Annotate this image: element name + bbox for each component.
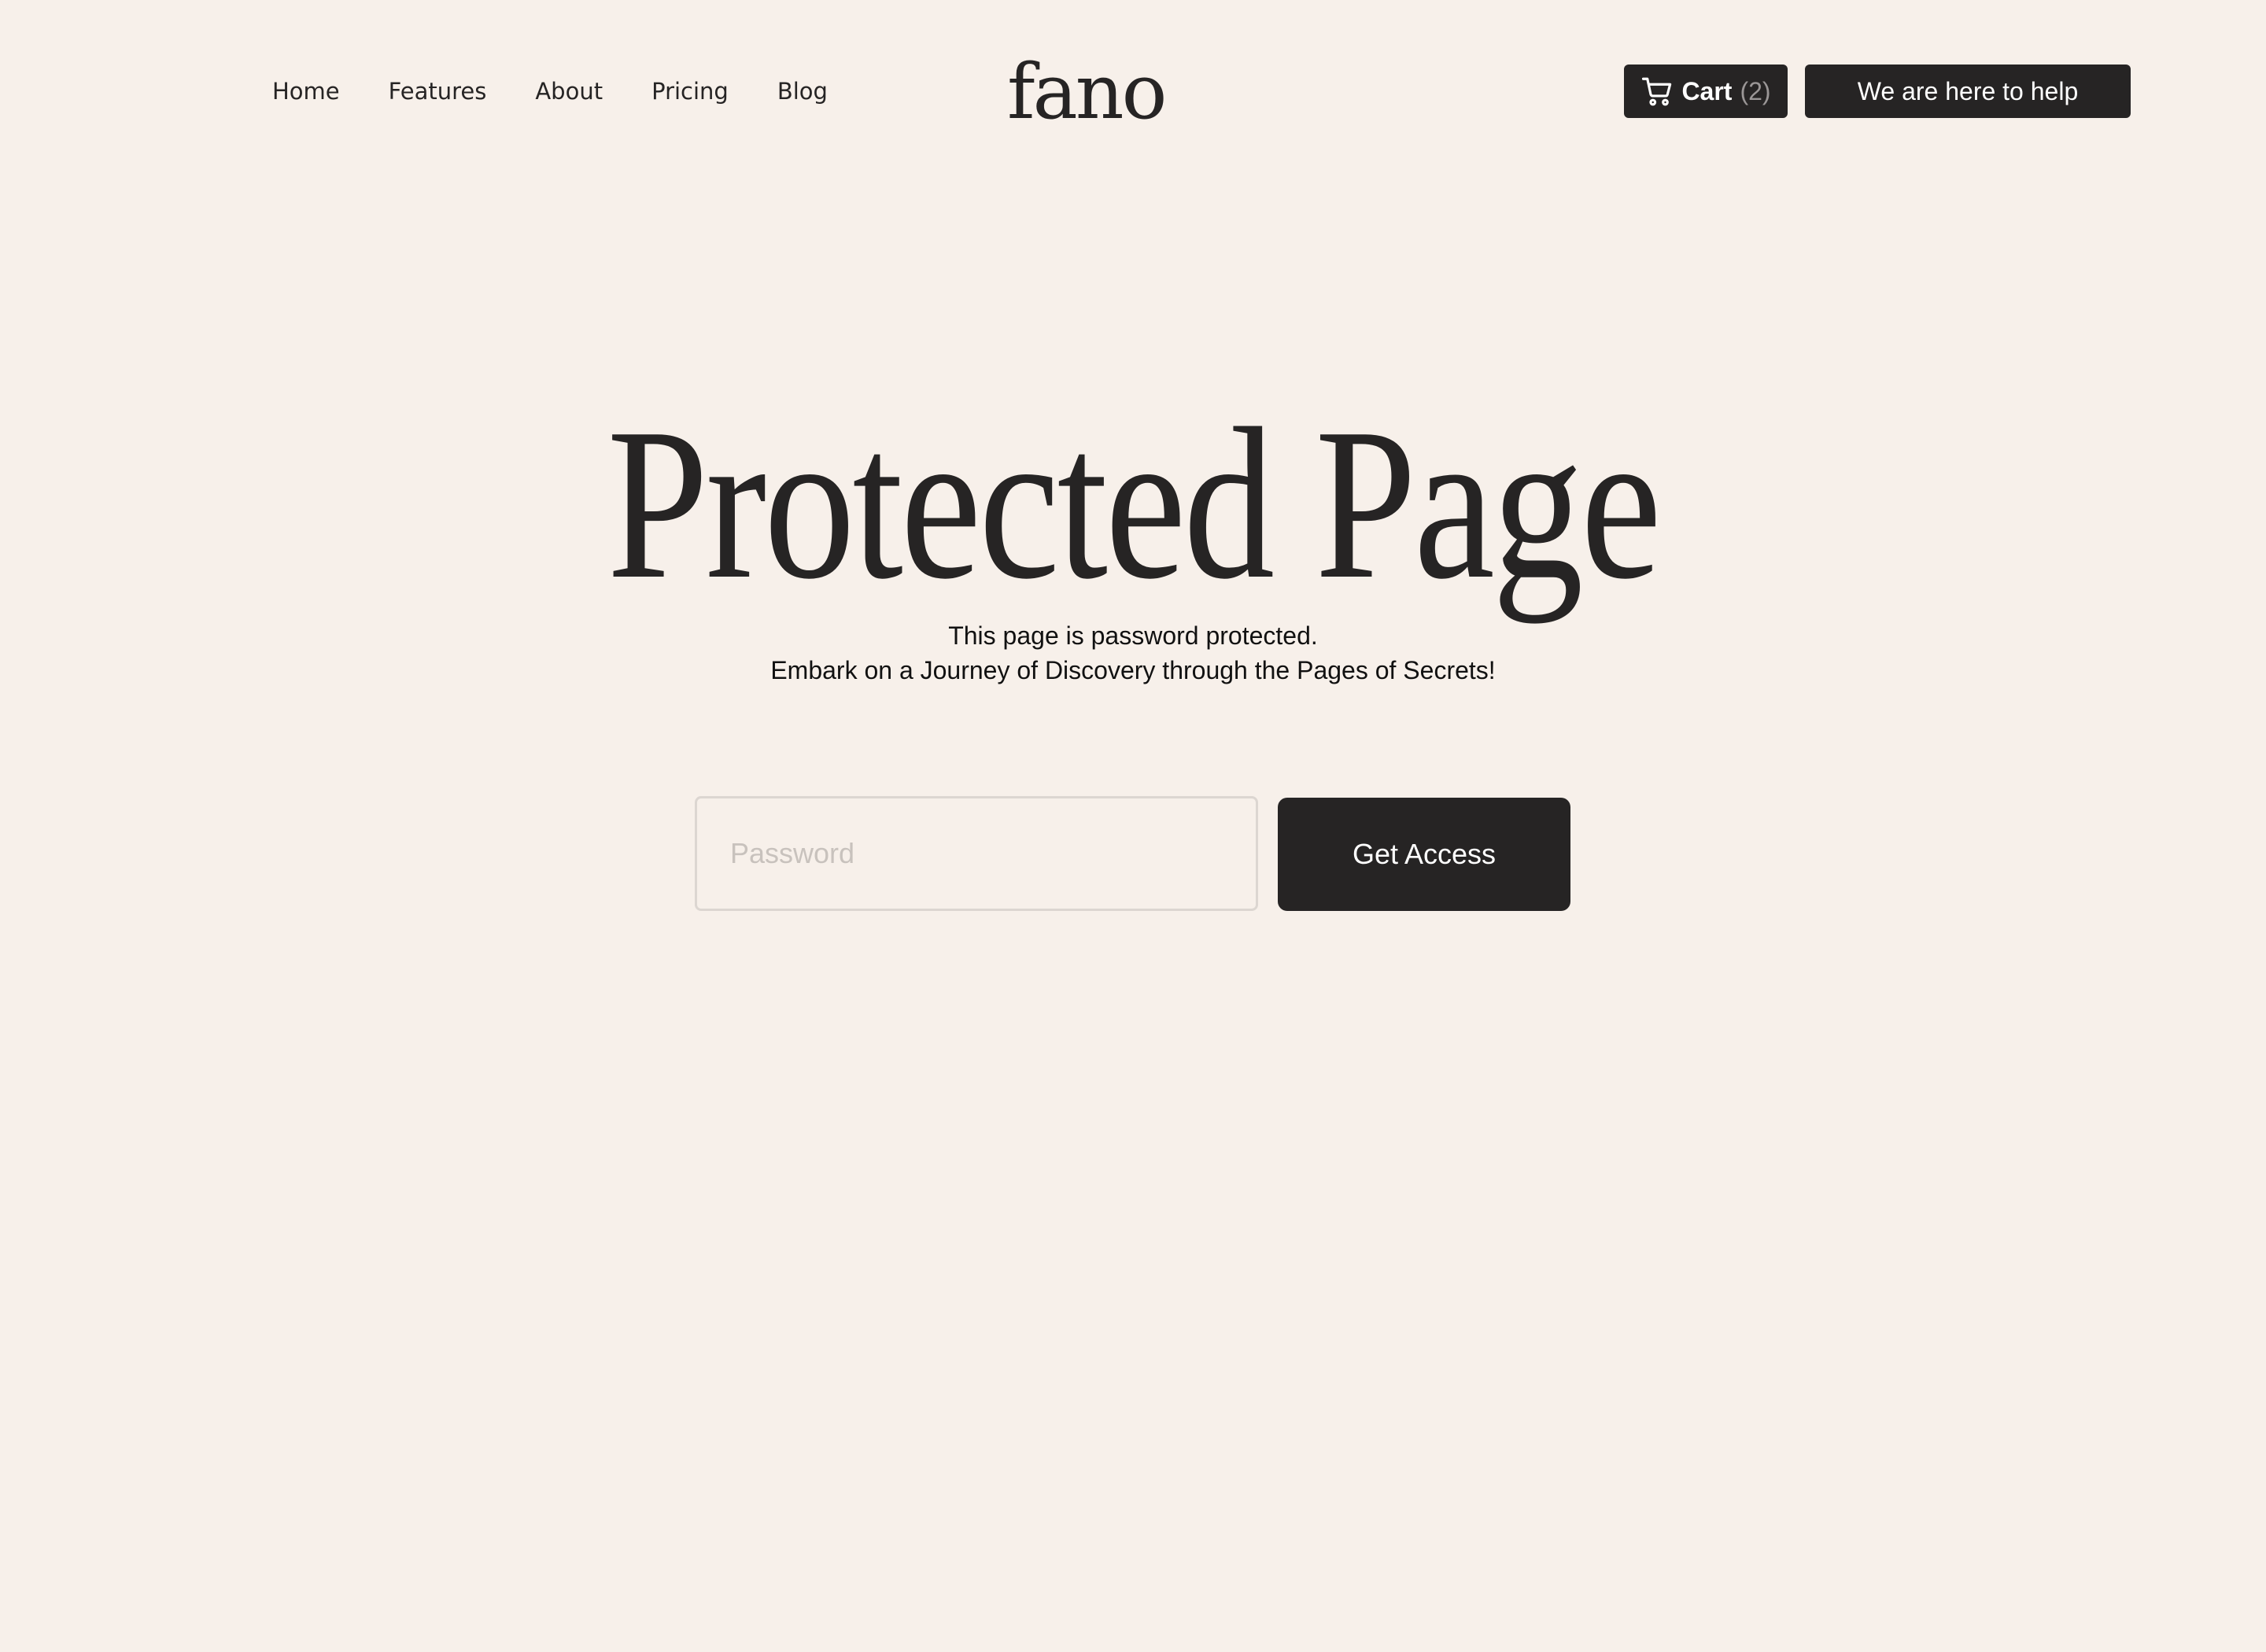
nav-home[interactable]: Home	[272, 76, 340, 107]
main-nav: Home Features About Pricing Blog	[272, 76, 828, 107]
password-input[interactable]	[695, 796, 1258, 911]
help-button[interactable]: We are here to help	[1805, 65, 2131, 118]
page-title: Protected Page	[607, 383, 1661, 624]
cart-label: Cart	[1681, 76, 1733, 105]
page-subtitle: This page is password protected. Embark …	[0, 618, 2266, 688]
nav-pricing[interactable]: Pricing	[651, 76, 729, 107]
nav-features[interactable]: Features	[389, 76, 487, 107]
site-header: Home Features About Pricing Blog fano Ca…	[0, 0, 2266, 181]
cart-button[interactable]: Cart (2)	[1624, 65, 1788, 118]
subtitle-line-2: Embark on a Journey of Discovery through…	[770, 656, 1496, 684]
cart-count: (2)	[1740, 76, 1771, 105]
nav-blog[interactable]: Blog	[777, 76, 828, 107]
site-logo[interactable]: fano	[1007, 41, 1167, 143]
get-access-button[interactable]: Get Access	[1278, 798, 1570, 911]
subtitle-line-1: This page is password protected.	[948, 621, 1318, 650]
cart-icon	[1640, 75, 1674, 108]
nav-about[interactable]: About	[535, 76, 603, 107]
